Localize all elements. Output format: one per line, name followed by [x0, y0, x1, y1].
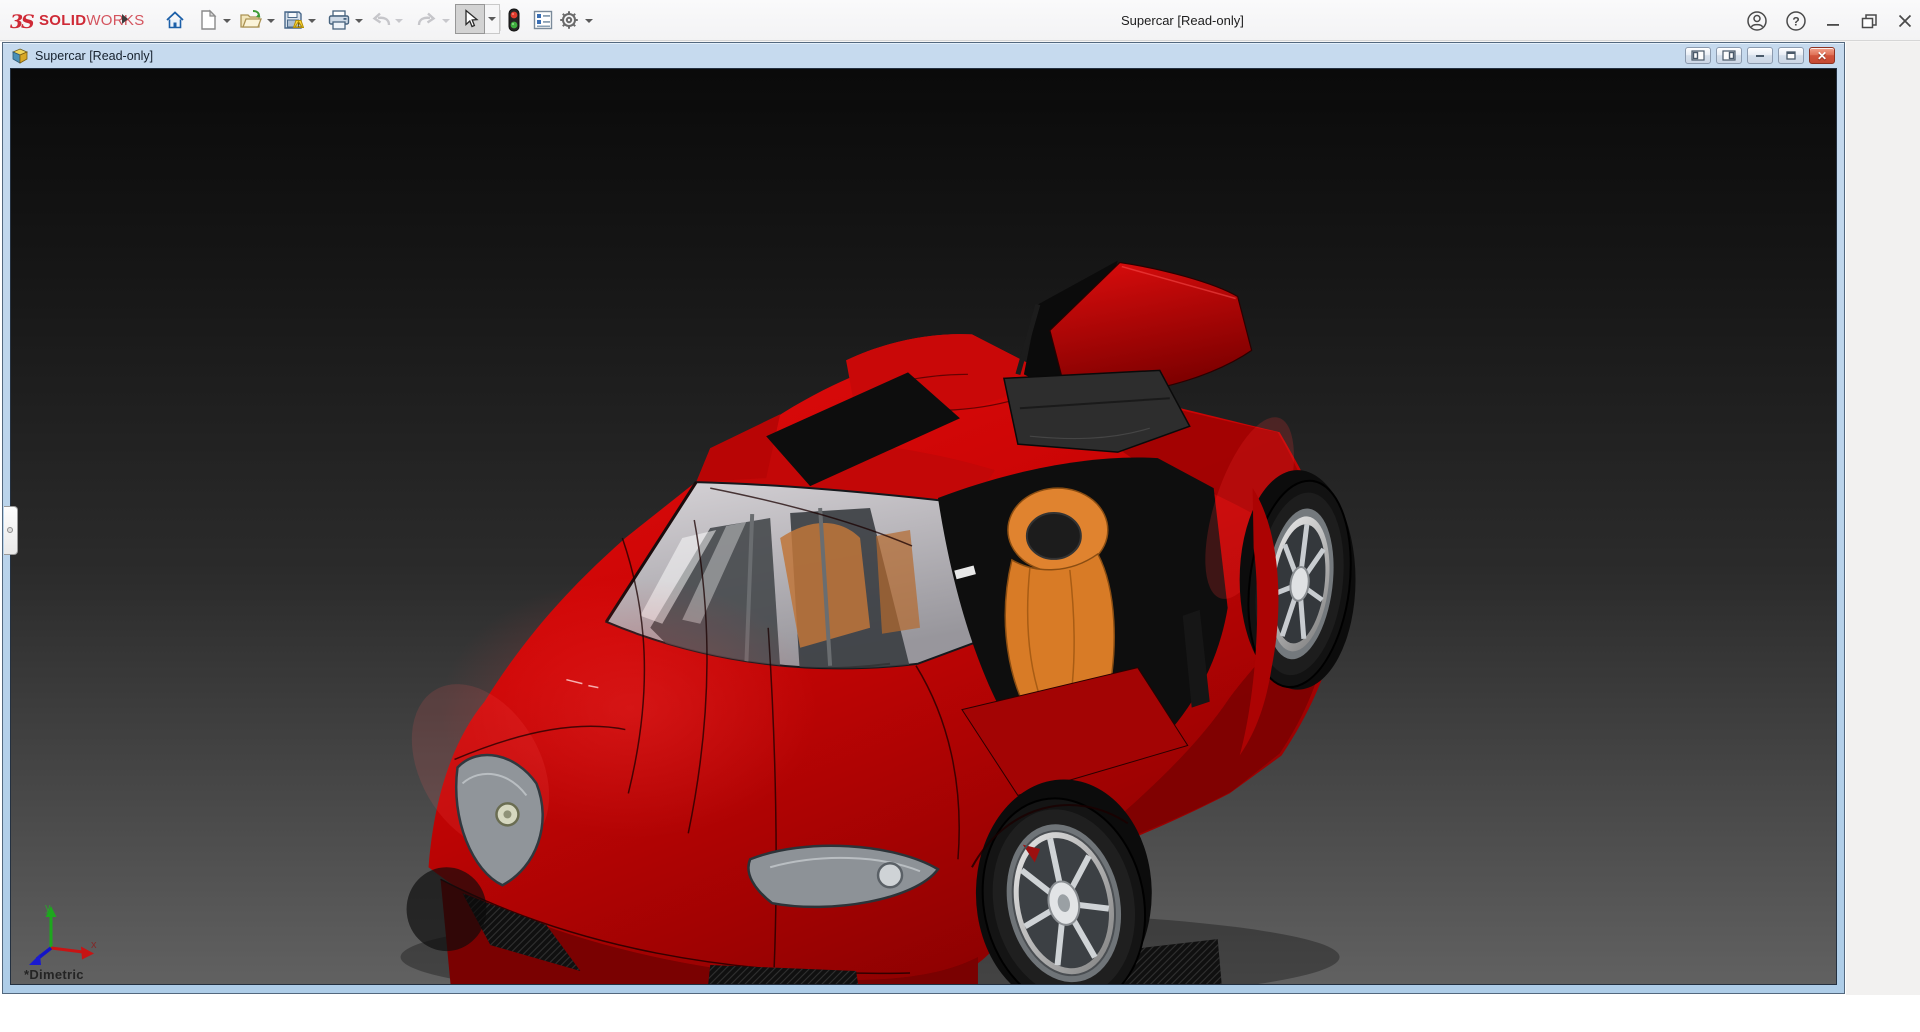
new-document-icon: [198, 9, 218, 31]
orientation-triad: y x: [27, 902, 101, 968]
restore-icon: [1858, 10, 1880, 32]
select-tool-dropdown[interactable]: [485, 4, 500, 34]
svg-text:?: ?: [1792, 15, 1799, 29]
traffic-light-icon: [507, 8, 521, 32]
view-orientation-label: *Dimetric: [24, 967, 84, 982]
feature-panel-flyout-tab[interactable]: [4, 506, 18, 555]
brand-text-solid: SOLID: [39, 12, 86, 29]
account-button[interactable]: [1744, 8, 1770, 34]
select-tool-button[interactable]: [455, 4, 485, 34]
left-pane-icon: [1691, 50, 1705, 61]
show-left-pane-button[interactable]: [1685, 47, 1711, 64]
mdi-background: [1846, 42, 1920, 995]
help-icon: ?: [1785, 10, 1807, 32]
right-pane-icon: [1722, 50, 1736, 61]
part-document-icon: [12, 48, 29, 64]
print-dropdown[interactable]: [354, 17, 364, 25]
redo-dropdown[interactable]: [441, 17, 451, 25]
close-button[interactable]: [1892, 8, 1918, 34]
solidworks-logo-mark: 3 S: [10, 9, 36, 33]
close-icon: [1894, 10, 1916, 32]
document-close-button[interactable]: ✕: [1809, 47, 1835, 64]
options-dropdown[interactable]: [584, 17, 594, 25]
save-icon: [282, 9, 304, 31]
toolbar-expand-arrow[interactable]: [122, 14, 128, 24]
document-restore-icon: [1784, 50, 1798, 61]
show-right-pane-button[interactable]: [1716, 47, 1742, 64]
document-close-glyph: ✕: [1817, 49, 1827, 63]
help-button[interactable]: ?: [1783, 8, 1809, 34]
redo-button[interactable]: [413, 7, 439, 33]
undo-button[interactable]: [369, 7, 395, 33]
main-toolbar: 3 S SOLIDWORKS: [0, 0, 1920, 41]
restore-button[interactable]: [1856, 8, 1882, 34]
open-dropdown[interactable]: [266, 17, 276, 25]
window-title: Supercar [Read-only]: [1121, 13, 1244, 28]
minimize-button[interactable]: [1820, 8, 1846, 34]
document-window-controls: ✕: [1685, 47, 1837, 64]
brand-text-works: WORKS: [86, 12, 144, 29]
undo-icon: [370, 9, 394, 31]
select-cursor-icon: [461, 9, 479, 29]
supercar-model: [11, 69, 1836, 984]
triad-y-label: y: [45, 902, 51, 914]
undo-dropdown[interactable]: [394, 17, 404, 25]
home-icon: [164, 9, 186, 31]
minimize-icon: [1822, 10, 1844, 32]
options-button[interactable]: [556, 7, 582, 33]
file-properties-button[interactable]: [530, 7, 556, 33]
rebuild-button[interactable]: [501, 7, 527, 33]
home-button[interactable]: [162, 7, 188, 33]
print-icon: [327, 9, 351, 31]
document-title: Supercar [Read-only]: [35, 49, 153, 63]
mdi-area: Supercar [Read-only]: [0, 42, 1920, 1032]
open-button[interactable]: [238, 7, 264, 33]
document-titlebar[interactable]: Supercar [Read-only]: [10, 43, 1837, 68]
save-dropdown[interactable]: [307, 17, 317, 25]
redo-icon: [414, 9, 438, 31]
user-account-icon: [1746, 10, 1768, 32]
file-properties-icon: [532, 9, 554, 31]
new-document-dropdown[interactable]: [222, 17, 232, 25]
document-minimize-button[interactable]: [1747, 47, 1773, 64]
gear-icon: [558, 9, 580, 31]
viewport-3d[interactable]: y x *Dimetric: [10, 68, 1837, 985]
document-window: Supercar [Read-only]: [2, 42, 1845, 994]
flyout-tab-dot: [7, 527, 13, 533]
save-button[interactable]: [280, 7, 306, 33]
document-restore-button[interactable]: [1778, 47, 1804, 64]
triad-x-label: x: [91, 939, 97, 951]
new-document-button[interactable]: [195, 7, 221, 33]
document-minimize-icon: [1753, 50, 1767, 61]
print-button[interactable]: [326, 7, 352, 33]
open-icon: [239, 9, 263, 31]
select-tool-group: [455, 4, 500, 34]
svg-text:S: S: [21, 11, 35, 33]
